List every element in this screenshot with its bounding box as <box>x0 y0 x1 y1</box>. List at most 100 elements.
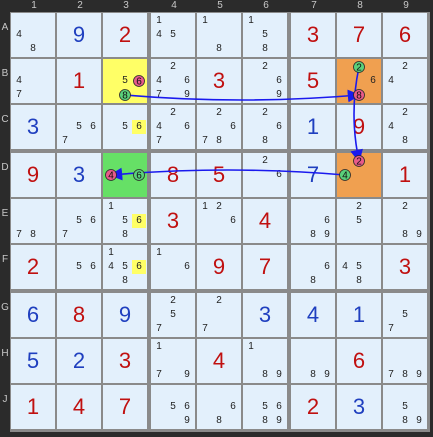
cell-D3[interactable]: 46 <box>103 153 147 197</box>
cell-A5[interactable]: 18 <box>197 13 241 57</box>
cell-F5[interactable]: 9 <box>197 245 241 289</box>
cell-C1[interactable]: 3 <box>11 105 55 149</box>
cell-E1[interactable]: 78 <box>11 199 55 243</box>
cell-G6[interactable]: 3 <box>243 293 287 337</box>
cell-G1[interactable]: 6 <box>11 293 55 337</box>
cell-E6[interactable]: 4 <box>243 199 287 243</box>
cell-J4[interactable]: 56 9 <box>151 385 195 429</box>
cell-C3[interactable]: 56 <box>103 105 147 149</box>
cell-F9[interactable]: 3 <box>383 245 427 289</box>
cell-B9[interactable]: 24 <box>383 59 427 103</box>
cell-C9[interactable]: 248 <box>383 105 427 149</box>
cell-D4[interactable]: 8 <box>151 153 195 197</box>
cell-B1[interactable]: 47 <box>11 59 55 103</box>
cell-F8[interactable]: 45 8 <box>337 245 381 289</box>
cell-F2[interactable]: 56 <box>57 245 101 289</box>
cell-B6[interactable]: 26 9 <box>243 59 287 103</box>
candidate-1: 1 <box>156 341 162 352</box>
cell-C5[interactable]: 26 78 <box>197 105 241 149</box>
cell-H2[interactable]: 2 <box>57 339 101 383</box>
candidate-8: 8 <box>310 275 316 286</box>
cell-D6[interactable]: 26 <box>243 153 287 197</box>
cell-C7[interactable]: 1 <box>291 105 335 149</box>
cell-H7[interactable]: 89 <box>291 339 335 383</box>
cell-A8[interactable]: 7 <box>337 13 381 57</box>
cell-A1[interactable]: 48 <box>11 13 55 57</box>
cell-C8[interactable]: 9 <box>337 105 381 149</box>
cell-D2[interactable]: 3 <box>57 153 101 197</box>
cell-C2[interactable]: 56 7 <box>57 105 101 149</box>
cell-J3[interactable]: 7 <box>103 385 147 429</box>
cell-H1[interactable]: 5 <box>11 339 55 383</box>
cell-value: 4 <box>306 302 320 327</box>
candidate-7: 7 <box>202 323 208 334</box>
cell-J7[interactable]: 2 <box>291 385 335 429</box>
cell-B7[interactable]: 5 <box>291 59 335 103</box>
cell-E8[interactable]: 25 <box>337 199 381 243</box>
cell-F6[interactable]: 7 <box>243 245 287 289</box>
cell-J8[interactable]: 3 <box>337 385 381 429</box>
cell-E7[interactable]: 689 <box>291 199 335 243</box>
cell-F7[interactable]: 68 <box>291 245 335 289</box>
cell-C6[interactable]: 268 <box>243 105 287 149</box>
cell-value: 7 <box>306 162 320 187</box>
cell-value: 6 <box>398 22 412 47</box>
cell-H9[interactable]: 789 <box>383 339 427 383</box>
cell-J6[interactable]: 5689 <box>243 385 287 429</box>
cell-J1[interactable]: 1 <box>11 385 55 429</box>
cell-value: 2 <box>306 394 320 419</box>
candidate-8: 8 <box>402 229 408 240</box>
cell-J9[interactable]: 5 89 <box>383 385 427 429</box>
cell-D9[interactable]: 1 <box>383 153 427 197</box>
cell-E4[interactable]: 3 <box>151 199 195 243</box>
cell-D1[interactable]: 9 <box>11 153 55 197</box>
cell-E2[interactable]: 56 7 <box>57 199 101 243</box>
candidate-4: 4 <box>108 261 114 272</box>
cell-J5[interactable]: 68 <box>197 385 241 429</box>
cell-E3[interactable]: 1568 <box>103 199 147 243</box>
cell-H6[interactable]: 1 89 <box>243 339 287 383</box>
cell-A6[interactable]: 15 8 <box>243 13 287 57</box>
cell-B3[interactable]: 568 <box>103 59 147 103</box>
candidate-5: 5 <box>122 121 128 132</box>
candidate-7: 7 <box>62 135 68 146</box>
cell-F4[interactable]: 16 <box>151 245 195 289</box>
cell-A4[interactable]: 1 45 <box>151 13 195 57</box>
cell-G7[interactable]: 4 <box>291 293 335 337</box>
cell-D7[interactable]: 7 <box>291 153 335 197</box>
cell-C4[interactable]: 24 6 7 <box>151 105 195 149</box>
cell-H4[interactable]: 1 7 9 <box>151 339 195 383</box>
cell-value: 8 <box>166 162 180 187</box>
cell-E9[interactable]: 2 89 <box>383 199 427 243</box>
candidate-7: 7 <box>202 135 208 146</box>
cell-value: 7 <box>258 254 272 279</box>
candidate-9: 9 <box>276 369 282 380</box>
cell-A7[interactable]: 3 <box>291 13 335 57</box>
cell-A3[interactable]: 2 <box>103 13 147 57</box>
cell-value: 3 <box>118 348 132 373</box>
cell-D8[interactable]: 24 <box>337 153 381 197</box>
cell-B4[interactable]: 24 6 7 9 <box>151 59 195 103</box>
cell-B5[interactable]: 3 <box>197 59 241 103</box>
cell-H3[interactable]: 3 <box>103 339 147 383</box>
cell-B2[interactable]: 1 <box>57 59 101 103</box>
cell-H8[interactable]: 6 <box>337 339 381 383</box>
cell-value: 1 <box>26 394 40 419</box>
cell-A2[interactable]: 9 <box>57 13 101 57</box>
cell-E5[interactable]: 126 <box>197 199 241 243</box>
cell-F3[interactable]: 1 4568 <box>103 245 147 289</box>
cell-B8[interactable]: 268 <box>337 59 381 103</box>
cell-D5[interactable]: 5 <box>197 153 241 197</box>
candidate-6: 6 <box>90 215 96 226</box>
cell-G4[interactable]: 2 57 <box>151 293 195 337</box>
cell-G3[interactable]: 9 <box>103 293 147 337</box>
cell-H5[interactable]: 4 <box>197 339 241 383</box>
cell-G9[interactable]: 57 <box>383 293 427 337</box>
cell-G5[interactable]: 27 <box>197 293 241 337</box>
cell-F1[interactable]: 2 <box>11 245 55 289</box>
cell-A9[interactable]: 6 <box>383 13 427 57</box>
cell-J2[interactable]: 4 <box>57 385 101 429</box>
candidate-8: 8 <box>356 89 362 100</box>
cell-G2[interactable]: 8 <box>57 293 101 337</box>
cell-G8[interactable]: 1 <box>337 293 381 337</box>
